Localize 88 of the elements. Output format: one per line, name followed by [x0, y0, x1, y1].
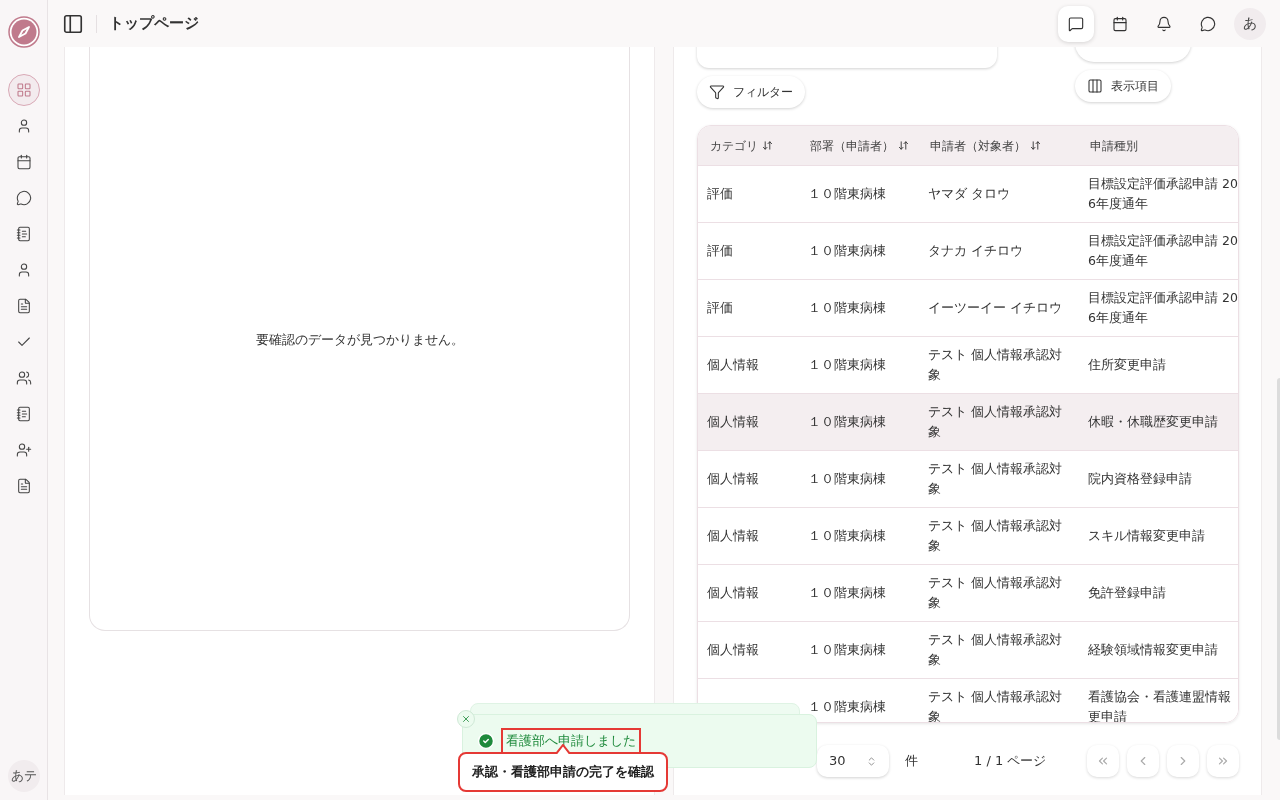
table-cell-text: 評価	[707, 242, 733, 260]
users-icon	[15, 370, 32, 386]
empty-message: 要確認のデータが見つかりません。	[255, 330, 464, 349]
table-cell-text: タナカ イチロウ	[928, 242, 1023, 260]
table-cell-text: １０階東病棟	[808, 584, 886, 602]
table-row[interactable]: 個人情報 １０階東病棟 テスト 個人情報承認対 象 免許登録申請	[698, 565, 1238, 622]
last-page-icon	[1216, 754, 1230, 768]
table-cell-text: イーツーイー イチロウ	[928, 299, 1062, 317]
chat-icon	[15, 190, 32, 206]
message-icon	[1068, 15, 1084, 32]
table-cell-text: スキル情報変更申請	[1088, 527, 1205, 545]
table-cell-text: テスト 個人情報承認対 象	[928, 517, 1062, 555]
table-cell-text: １０階東病棟	[808, 641, 886, 659]
table-row[interactable]: 個人情報 １０階東病棟 テスト 個人情報承認対 象 院内資格登録申請	[698, 451, 1238, 508]
toast-message: 看護部へ申請しました	[503, 729, 639, 753]
table-cell-text: テスト 個人情報承認対 象	[928, 574, 1062, 612]
table-cell-text: 目標設定評価承認申請 20 6年度通年	[1088, 175, 1238, 213]
table-row[interactable]: 個人情報 １０階東病棟 テスト 個人情報承認対 象 スキル情報変更申請	[698, 508, 1238, 565]
filter-icon	[709, 84, 725, 100]
page-size-select[interactable]: 30	[817, 745, 889, 777]
table-cell-text: テスト 個人情報承認対 象	[928, 403, 1062, 441]
user-avatar[interactable]: あテ	[7, 760, 40, 792]
table-cell-text: 目標設定評価承認申請 20 6年度通年	[1088, 289, 1238, 327]
column-header[interactable]: カテゴリ	[710, 136, 758, 155]
table-cell-text: １０階東病棟	[808, 185, 886, 203]
table-row[interactable]: 評価 １０階東病棟 イーツーイー イチロウ 目標設定評価承認申請 20 6年度通年	[698, 280, 1238, 337]
table-cell-text: 免許登録申請	[1088, 584, 1166, 602]
table-cell-text: １０階東病棟	[808, 527, 886, 545]
sort-icon[interactable]	[1030, 140, 1041, 151]
annotation-text: 承認・看護部申請の完了を確認	[472, 763, 654, 782]
table-row[interactable]: 評価 １０階東病棟 タナカ イチロウ 目標設定評価承認申請 20 6年度通年	[698, 223, 1238, 280]
table-row[interactable]: 評価 １０階東病棟 ヤマダ タロウ 目標設定評価承認申請 20 6年度通年	[698, 166, 1238, 223]
table-cell-text: 住所変更申請	[1088, 356, 1166, 374]
table-cell-text: 個人情報	[707, 413, 759, 431]
select-arrows-icon	[866, 755, 877, 767]
page-info: 1 / 1 ページ	[974, 752, 1047, 771]
grid-icon	[15, 82, 32, 98]
table-cell-text: １０階東病棟	[808, 413, 886, 431]
notebook-icon	[15, 226, 32, 242]
document-icon	[15, 478, 32, 494]
sort-icon[interactable]	[762, 140, 773, 151]
table-cell-text: １０階東病棟	[808, 356, 886, 374]
column-header[interactable]: 申請者（対象者）	[930, 136, 1026, 155]
column-header[interactable]: 部署（申請者）	[810, 136, 894, 155]
calendar-icon	[1112, 15, 1128, 32]
page-size-unit: 件	[905, 752, 918, 771]
table-cell-text: テスト 個人情報承認対 象	[928, 688, 1062, 722]
table-cell-text: 個人情報	[707, 470, 759, 488]
table-cell-text: ヤマダ タロウ	[928, 185, 1010, 203]
calendar-icon	[15, 154, 32, 170]
column-header[interactable]: 申請種別	[1090, 136, 1138, 155]
table-cell-text: １０階東病棟	[808, 299, 886, 317]
bell-icon	[1156, 15, 1172, 32]
table-cell-text: テスト 個人情報承認対 象	[928, 460, 1062, 498]
sort-icon[interactable]	[898, 140, 909, 151]
user-avatar[interactable]: あ	[1234, 7, 1266, 40]
first-page-icon	[1096, 754, 1110, 768]
table-cell-text: 個人情報	[707, 527, 759, 545]
toolbar-button[interactable]	[1058, 5, 1094, 42]
success-icon	[477, 732, 495, 750]
table-cell-text: 個人情報	[707, 356, 759, 374]
add-user-icon	[15, 442, 32, 458]
table-cell-text: １０階東病棟	[808, 470, 886, 488]
page-title: トップページ	[109, 13, 199, 35]
table-cell-text: 目標設定評価承認申請 20 6年度通年	[1088, 232, 1238, 270]
table-row[interactable]: 個人情報 １０階東病棟 テスト 個人情報承認対 象 経験領域情報変更申請	[698, 622, 1238, 679]
notebook-icon	[15, 406, 32, 422]
logo-icon	[7, 16, 40, 48]
close-icon	[461, 714, 471, 724]
table-cell-text: 院内資格登録申請	[1088, 470, 1192, 488]
chat-icon	[1200, 15, 1216, 32]
sidebar-toggle-icon[interactable]	[62, 12, 84, 35]
table-row[interactable]: 個人情報 １０階東病棟 テスト 個人情報承認対 象 休暇・休職歴変更申請	[698, 394, 1238, 451]
columns-button[interactable]: 表示項目	[1075, 70, 1171, 102]
table-row[interactable]: 個人情報 １０階東病棟 テスト 個人情報承認対 象 住所変更申請	[698, 337, 1238, 394]
table-cell-text: 経験領域情報変更申請	[1088, 641, 1218, 659]
columns-icon	[1087, 78, 1103, 94]
table-cell-text: テスト 個人情報承認対 象	[928, 346, 1062, 384]
table-cell-text: 休暇・休職歴変更申請	[1088, 413, 1218, 431]
table-cell-text: 評価	[707, 185, 733, 203]
filter-button[interactable]: フィルター	[697, 76, 805, 108]
document-icon	[15, 298, 32, 314]
table-cell-text: １０階東病棟	[808, 698, 886, 716]
table-cell-text: テスト 個人情報承認対 象	[928, 631, 1062, 669]
table-cell-text: 個人情報	[707, 641, 759, 659]
table-cell-text: １０階東病棟	[808, 242, 886, 260]
table-cell-text: 個人情報	[707, 584, 759, 602]
table-cell-text: 評価	[707, 299, 733, 317]
